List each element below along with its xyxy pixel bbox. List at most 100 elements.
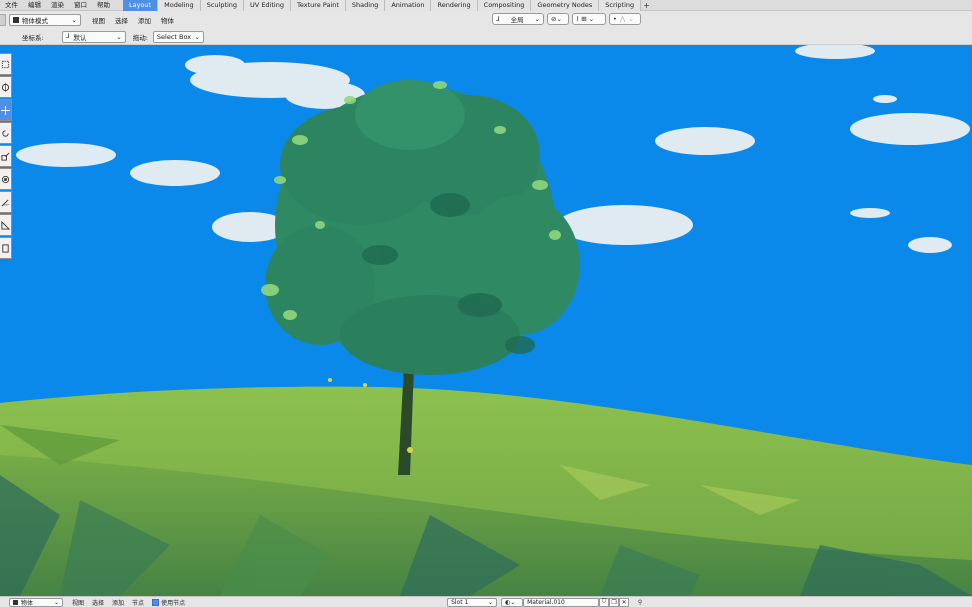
orientation-global-icon: ⅃ [496,15,500,23]
transform-tool[interactable] [0,168,12,190]
tab-texture-paint[interactable]: Texture Paint [290,0,346,11]
measure-tool[interactable] [0,214,12,236]
top-menu-bar: 文件 编辑 渲染 窗口 帮助 Layout Modeling Sculpting… [0,0,972,11]
use-nodes-toggle[interactable]: 使用节点 [148,598,189,607]
add-workspace-button[interactable]: + [641,0,652,11]
scale-icon [1,152,10,161]
scale-tool[interactable] [0,145,12,167]
menu-window[interactable]: 窗口 [69,0,92,11]
snap-target-icon: ⊞ [581,15,587,23]
rotate-icon [2,129,9,137]
pin-icon: ⚲ [637,598,643,606]
slot-dropdown[interactable]: Slot 1 ⌄ [447,597,498,607]
menu-help[interactable]: 帮助 [92,0,115,11]
tab-rendering[interactable]: Rendering [431,0,478,11]
chevron-down-icon: ⌄ [194,32,200,41]
shield-icon: ⛉ [601,598,607,605]
menu-file[interactable]: 文件 [0,0,23,11]
tab-sculpting[interactable]: Sculpting [200,0,245,11]
annotate-tool[interactable] [0,191,12,213]
editor-mode-label: 物体 [21,599,34,607]
proportional-editing-controls[interactable]: • ⋀ ⌄ [609,13,641,25]
viewport-menus: 视图 选择 添加 物体 [87,15,179,25]
magnet-icon: ⌇ [576,15,580,23]
tab-shading[interactable]: Shading [345,0,386,11]
chevron-down-icon: ⌄ [556,15,562,23]
pivot-point-dropdown[interactable]: ⊘ ⌄ [547,13,569,25]
add-cube-icon [2,243,9,253]
chevron-down-icon: ⌄ [53,598,59,606]
unlink-material-button[interactable]: ✕ [619,597,630,607]
proportional-editing-icon: • [613,15,617,23]
move-tool[interactable] [0,99,12,121]
chevron-down-icon: ⌄ [488,598,494,606]
tab-modeling[interactable]: Modeling [158,0,201,11]
coordinate-system-dropdown[interactable]: ⅃ 默认 ⌄ [61,30,126,43]
duplicate-material-button[interactable]: ❐ [609,597,620,607]
object-mode-icon [13,17,19,23]
object-icon [13,599,18,605]
menu-render[interactable]: 渲染 [46,0,69,11]
falloff-icon: ⋀ [619,15,626,23]
tab-geometry-nodes[interactable]: Geometry Nodes [531,0,600,11]
move-icon [1,105,10,115]
transform-settings: ⅃ 全局 ⌄ ⊘ ⌄ ⌇ ⊞ ⌄ • ⋀ ⌄ [492,13,641,25]
add-cube-tool[interactable] [0,237,12,259]
chevron-down-icon: ⌄ [71,16,77,24]
material-name-field[interactable]: Material.010 [523,597,600,607]
object-mode-dropdown[interactable]: 物体模式 ⌄ [9,14,81,26]
chevron-down-icon: ⌄ [588,15,595,23]
object-mode-label: 物体模式 [22,17,48,25]
transform-icon [1,175,10,183]
material-type-dropdown[interactable]: ◐ ⌄ [501,597,524,607]
editor-mode-dropdown[interactable]: 物体 ⌄ [9,597,63,607]
cursor-tool[interactable] [0,76,12,98]
tab-scripting[interactable]: Scripting [599,0,642,11]
transform-orientation-label: 全局 [510,16,524,24]
menu-edit[interactable]: 编辑 [23,0,46,11]
close-icon: ✕ [621,598,627,606]
measure-icon [1,220,10,230]
snapping-controls[interactable]: ⌇ ⊞ ⌄ [572,13,606,25]
chevron-down-icon: ⌄ [510,598,516,606]
slot-label: Slot 1 [451,598,469,606]
node-menu-view[interactable]: 视图 [68,598,88,607]
node-menu-add[interactable]: 添加 [108,598,128,607]
3d-viewport[interactable] [0,45,972,596]
tool-settings-bar: 坐标系: ⅃ 默认 ⌄ 拖动: Select Box ⌄ [0,29,972,45]
chevron-down-icon: ⌄ [116,32,122,41]
use-nodes-checkbox[interactable] [152,598,160,606]
select-box-tool[interactable] [0,53,12,75]
fake-user-button[interactable]: ⛉ [599,597,610,607]
drag-mode-dropdown[interactable]: Select Box ⌄ [152,30,204,43]
menu-select[interactable]: 选择 [110,15,133,25]
annotate-icon [1,198,10,206]
chevron-down-icon: ⌄ [628,15,634,23]
region-toggle-handle[interactable] [0,14,6,26]
material-name: Material.010 [527,598,565,606]
node-menu-node[interactable]: 节点 [128,598,148,607]
tab-compositing[interactable]: Compositing [477,0,532,11]
menu-view[interactable]: 视图 [87,15,110,25]
workspace-tabs: Layout Modeling Sculpting UV Editing Tex… [123,0,652,11]
menu-add[interactable]: 添加 [133,15,156,25]
rotate-tool[interactable] [0,122,12,144]
coordinate-system-value: 默认 [73,33,87,42]
tab-animation[interactable]: Animation [385,0,432,11]
tab-layout[interactable]: Layout [123,0,159,11]
coordinate-system-label: 坐标系: [22,33,44,42]
shader-editor-header: 物体 ⌄ 视图 选择 添加 节点 使用节点 Slot 1 ⌄ ◐ ⌄ Materi… [0,596,972,607]
main-menu: 文件 编辑 渲染 窗口 帮助 [0,0,115,11]
drag-mode-value: Select Box [156,32,192,41]
axis-icon: ⅃ [65,31,70,40]
use-nodes-label: 使用节点 [161,599,186,607]
tool-shelf [0,53,13,259]
transform-orientation-dropdown[interactable]: ⅃ 全局 ⌄ [492,13,544,25]
select-box-icon [1,60,10,68]
pin-button[interactable]: ⚲ [635,598,645,607]
node-menu-select[interactable]: 选择 [88,598,108,607]
tab-uv-editing[interactable]: UV Editing [244,0,291,11]
menu-object[interactable]: 物体 [156,15,179,25]
chevron-down-icon: ⌄ [534,15,540,23]
rendered-scene [0,45,972,596]
